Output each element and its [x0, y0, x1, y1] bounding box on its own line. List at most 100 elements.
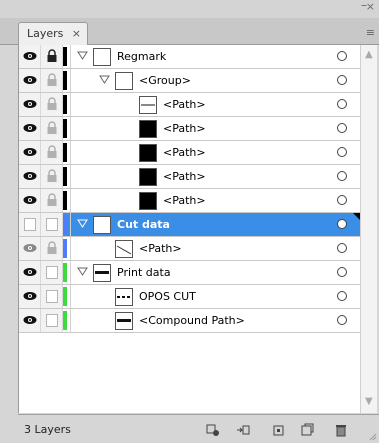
lock-empty-box: [46, 290, 58, 303]
layer-name: <Path>: [163, 98, 206, 111]
new-sublayer-icon[interactable]: [272, 423, 286, 437]
layer-color-bar: [63, 263, 67, 282]
sublayer-row[interactable]: <Path>: [19, 165, 360, 189]
lock-toggle[interactable]: [41, 117, 63, 140]
expand-triangle-icon[interactable]: [77, 51, 88, 61]
visibility-toggle[interactable]: [19, 69, 41, 92]
sublayer-row[interactable]: <Path>: [19, 189, 360, 213]
target-circle-icon[interactable]: [337, 267, 347, 277]
target-circle-icon[interactable]: [337, 75, 347, 85]
sublayer-row[interactable]: <Path>: [19, 93, 360, 117]
target-circle-icon[interactable]: [337, 99, 347, 109]
sublayer-row[interactable]: <Group>: [19, 69, 360, 93]
column-divider: [70, 93, 71, 116]
panel-menu-icon[interactable]: ≡: [366, 26, 375, 39]
target-circle-icon[interactable]: [337, 291, 347, 301]
delete-icon[interactable]: [334, 423, 348, 437]
layer-color-bar: [63, 47, 67, 66]
layer-thumbnail: [115, 72, 133, 90]
target-circle-icon[interactable]: [337, 219, 347, 229]
make-clipping-mask-icon[interactable]: [236, 423, 250, 437]
lock-toggle[interactable]: [41, 93, 63, 116]
visibility-toggle[interactable]: [19, 261, 41, 284]
expand-triangle-icon[interactable]: [99, 75, 110, 85]
lock-toggle[interactable]: [41, 309, 63, 332]
visibility-toggle[interactable]: [19, 213, 41, 236]
target-circle-icon[interactable]: [337, 123, 347, 133]
visibility-toggle[interactable]: [19, 309, 41, 332]
layer-name: <Compound Path>: [139, 314, 245, 327]
column-divider: [70, 213, 71, 236]
layer-row[interactable]: Print data: [19, 261, 360, 285]
layer-thumbnail: [115, 312, 133, 330]
target-circle-icon[interactable]: [337, 243, 347, 253]
close-panel-button[interactable]: ×: [366, 1, 375, 12]
sublayer-row[interactable]: <Path>: [19, 117, 360, 141]
tab-layers[interactable]: Layers ×: [18, 22, 88, 46]
lock-empty-box: [46, 218, 58, 231]
layer-thumbnail: [115, 240, 133, 258]
visibility-toggle[interactable]: [19, 165, 41, 188]
layer-thumbnail: [93, 264, 111, 282]
layer-name: <Path>: [139, 242, 182, 255]
panel-footer: 3 Layers: [18, 414, 379, 443]
layer-row[interactable]: Cut data: [19, 213, 360, 237]
tab-close-icon[interactable]: ×: [72, 27, 81, 40]
visibility-toggle[interactable]: [19, 93, 41, 116]
column-divider: [70, 237, 71, 260]
lock-icon: [47, 49, 57, 62]
sublayer-row[interactable]: <Path>: [19, 141, 360, 165]
eye-icon: [23, 172, 37, 180]
layer-color-bar: [63, 191, 67, 210]
visibility-toggle[interactable]: [19, 141, 41, 164]
visibility-toggle[interactable]: [19, 45, 41, 68]
lock-toggle[interactable]: [41, 141, 63, 164]
lock-toggle[interactable]: [41, 285, 63, 308]
visibility-toggle[interactable]: [19, 117, 41, 140]
visibility-toggle[interactable]: [19, 189, 41, 212]
lock-toggle[interactable]: [41, 189, 63, 212]
lock-icon: [47, 193, 57, 206]
selected-art-indicator: [353, 213, 360, 221]
layer-name: <Path>: [163, 194, 206, 207]
target-circle-icon[interactable]: [337, 51, 347, 61]
locate-object-icon[interactable]: [206, 423, 220, 437]
column-divider: [70, 117, 71, 140]
new-layer-icon[interactable]: [300, 423, 314, 437]
sublayer-row[interactable]: OPOS CUT: [19, 285, 360, 309]
expand-triangle-icon[interactable]: [77, 267, 88, 277]
resize-grip-icon[interactable]: [369, 433, 377, 441]
eye-icon: [23, 292, 37, 300]
tab-label: Layers: [27, 27, 64, 40]
target-circle-icon[interactable]: [337, 147, 347, 157]
vertical-scrollbar[interactable]: ▲ ▼: [360, 45, 377, 413]
target-circle-icon[interactable]: [337, 315, 347, 325]
visibility-empty-box: [24, 218, 36, 231]
eye-icon: [23, 148, 37, 156]
layer-name: <Path>: [163, 170, 206, 183]
layer-name: Regmark: [117, 50, 167, 63]
layer-row[interactable]: Regmark: [19, 45, 360, 69]
scroll-up-icon[interactable]: ▲: [365, 49, 373, 60]
target-circle-icon[interactable]: [337, 171, 347, 181]
lock-toggle[interactable]: [41, 261, 63, 284]
layer-thumbnail: [139, 192, 157, 210]
lock-toggle[interactable]: [41, 69, 63, 92]
sublayer-row[interactable]: <Compound Path>: [19, 309, 360, 333]
layer-color-bar: [63, 143, 67, 162]
lock-empty-box: [46, 314, 58, 327]
visibility-toggle[interactable]: [19, 285, 41, 308]
layer-color-bar: [63, 71, 67, 90]
lock-toggle[interactable]: [41, 45, 63, 68]
expand-triangle-icon[interactable]: [77, 219, 88, 229]
sublayer-row[interactable]: <Path>: [19, 237, 360, 261]
layer-color-bar: [63, 287, 67, 306]
visibility-toggle[interactable]: [19, 237, 41, 260]
lock-toggle[interactable]: [41, 165, 63, 188]
target-circle-icon[interactable]: [337, 195, 347, 205]
layer-name: <Group>: [139, 74, 191, 87]
eye-icon: [23, 124, 37, 132]
lock-toggle[interactable]: [41, 213, 63, 236]
scroll-down-icon[interactable]: ▼: [365, 396, 373, 407]
lock-toggle[interactable]: [41, 237, 63, 260]
